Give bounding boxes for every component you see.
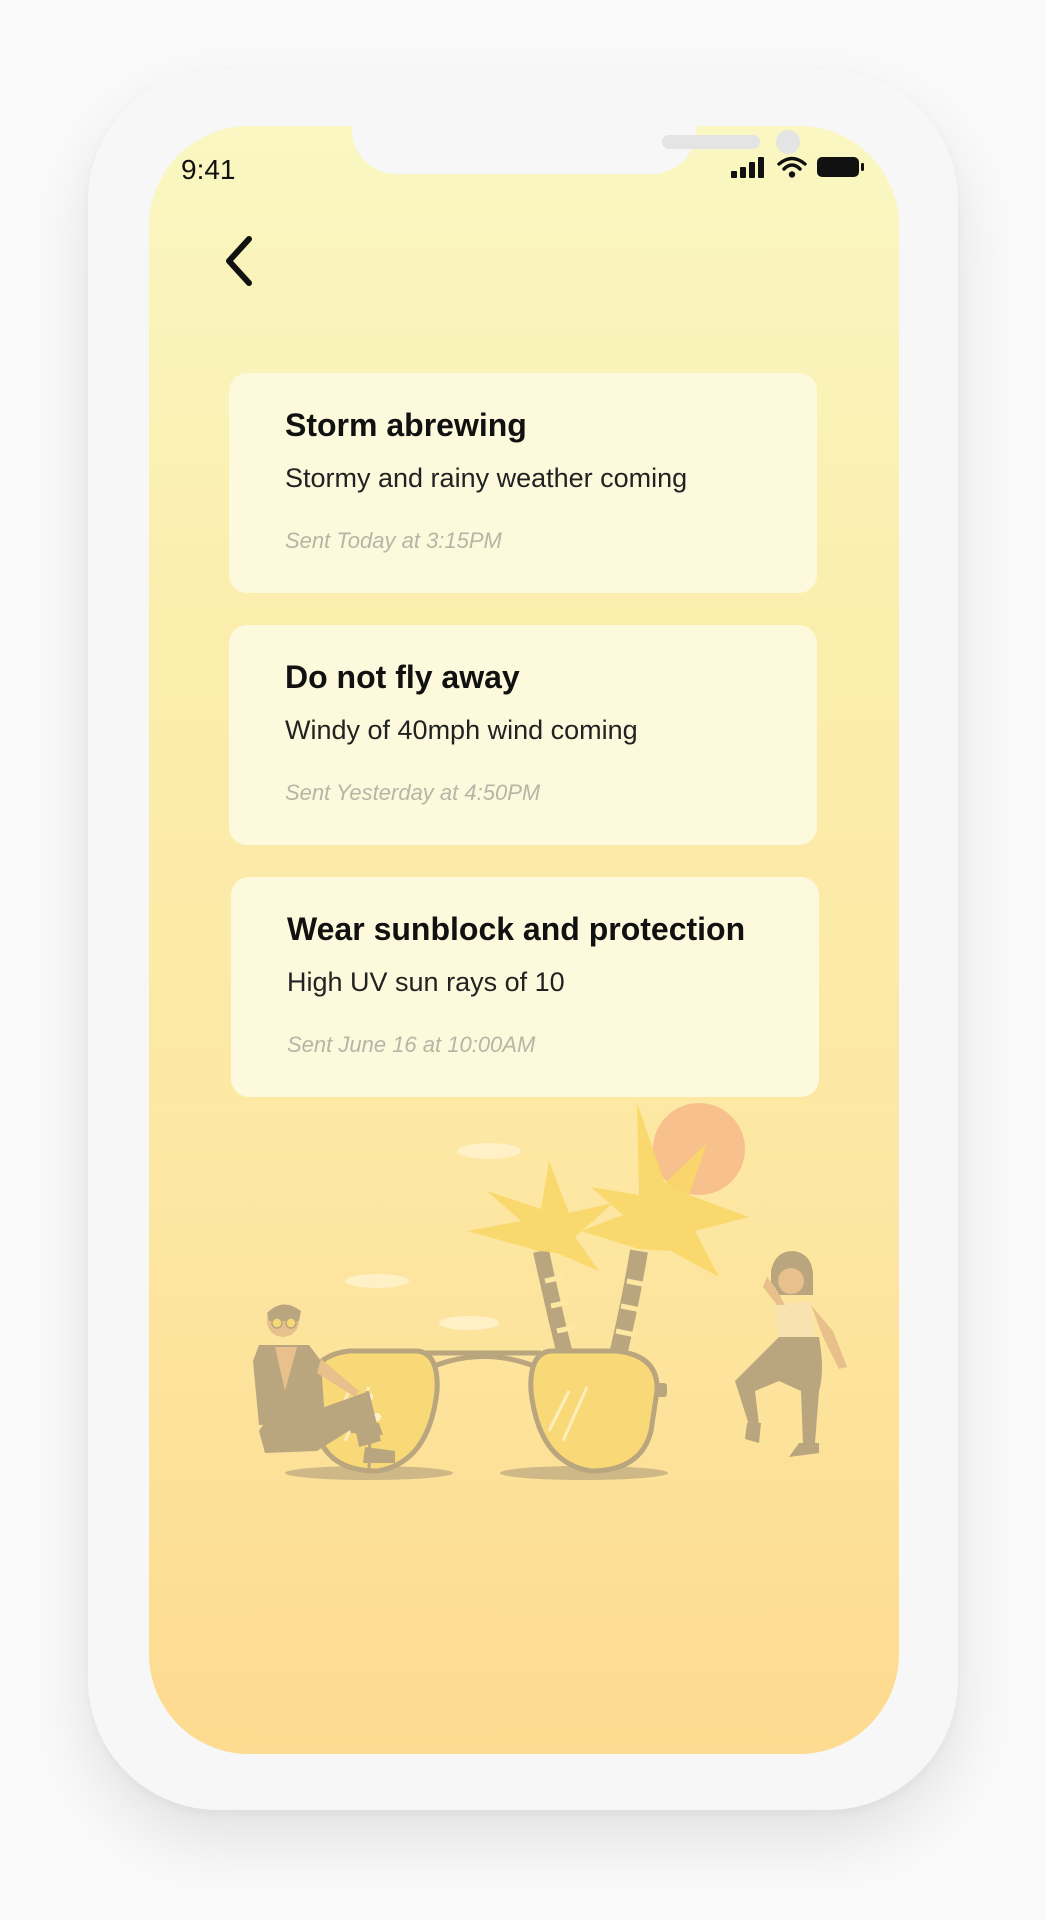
notification-timestamp: Sent Yesterday at 4:50PM <box>285 780 541 805</box>
notification-card[interactable]: Storm abrewing Stormy and rainy weather … <box>229 373 817 593</box>
woman-figure-illustration <box>735 1251 847 1457</box>
beach-sunglasses-illustration <box>253 1103 847 1480</box>
front-camera <box>776 130 800 154</box>
notification-title: Storm abrewing <box>285 407 527 443</box>
cloud-illustration <box>439 1316 499 1330</box>
notification-title: Do not fly away <box>285 659 520 695</box>
notification-timestamp: Sent Today at 3:15PM <box>285 528 502 553</box>
notification-body: Windy of 40mph wind coming <box>285 715 638 745</box>
sun-illustration <box>653 1103 745 1195</box>
notification-body: High UV sun rays of 10 <box>287 967 565 997</box>
cloud-illustration <box>345 1274 409 1288</box>
chevron-left-icon <box>226 236 252 286</box>
speaker-grille <box>662 135 760 149</box>
status-time: 9:41 <box>181 154 236 185</box>
notification-card[interactable]: Wear sunblock and protection High UV sun… <box>231 877 819 1097</box>
notification-timestamp: Sent June 16 at 10:00AM <box>287 1032 536 1057</box>
signal-bars-icon <box>731 157 764 178</box>
cloud-illustration <box>457 1143 521 1159</box>
back-button[interactable] <box>209 226 269 296</box>
notification-title: Wear sunblock and protection <box>287 911 746 947</box>
wifi-icon <box>777 156 807 178</box>
notification-card[interactable]: Do not fly away Windy of 40mph wind comi… <box>229 625 817 845</box>
status-icons <box>731 156 865 178</box>
notification-body: Stormy and rainy weather coming <box>285 463 688 493</box>
notch <box>352 126 800 174</box>
battery-icon <box>817 157 864 177</box>
stage: 9:41 Storm abrewing Stormy and rainy wea… <box>0 0 1046 1920</box>
phone-screen: 9:41 Storm abrewing Stormy and rainy wea… <box>149 126 899 1754</box>
